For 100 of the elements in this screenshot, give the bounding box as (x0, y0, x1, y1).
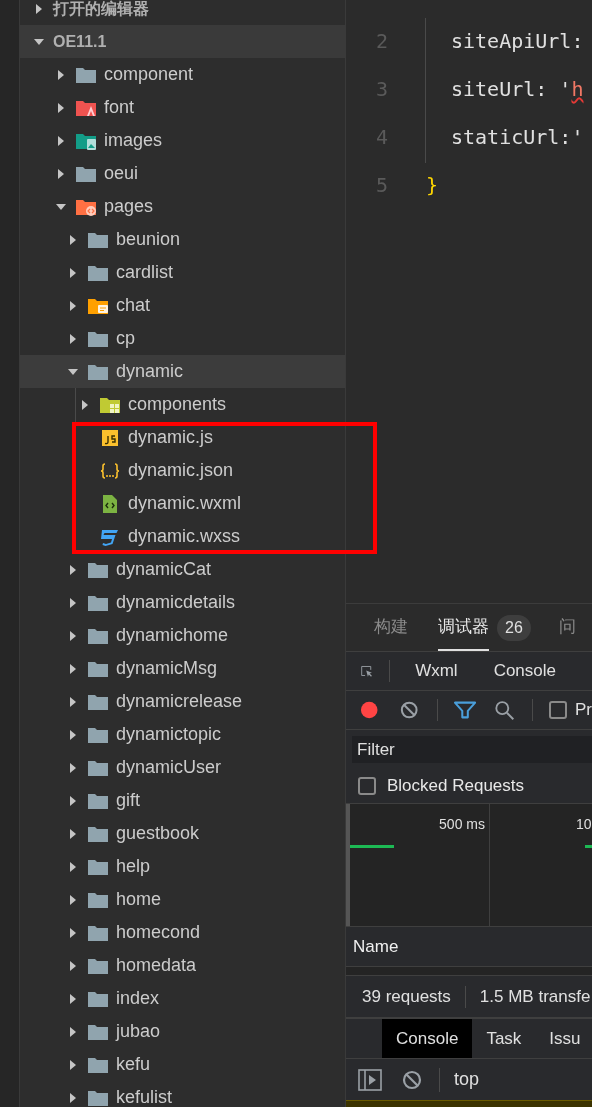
checkbox-label: Blocked Requests (387, 775, 525, 798)
item-label: dynamic.js (128, 426, 214, 449)
item-label: cp (116, 327, 135, 350)
tree-item[interactable]: dynamic.js (20, 421, 345, 454)
tree-item[interactable]: dynamicrelease (20, 685, 345, 718)
tree-item[interactable]: index (20, 982, 345, 1015)
tree-item[interactable]: kefu (20, 1048, 345, 1081)
panel-link[interactable]: Console (493, 658, 556, 684)
time-tick: 500 ms (439, 815, 485, 834)
item-label: dynamicCat (116, 558, 212, 581)
item-label: kefulist (116, 1086, 173, 1107)
tree-item[interactable]: beunion (20, 223, 345, 256)
tree-item[interactable]: cp (20, 322, 345, 355)
item-label: chat (116, 294, 151, 317)
context-selector[interactable]: top (454, 1066, 480, 1093)
checkbox[interactable] (549, 701, 567, 719)
tree-item[interactable]: dynamichome (20, 619, 345, 652)
item-label: gift (116, 789, 140, 812)
drawer-tab[interactable]: Task (472, 1019, 536, 1058)
time-tick: 10 (576, 815, 592, 834)
section-title: 打开的编辑器 (53, 0, 149, 19)
item-label: dynamic.wxml (128, 492, 242, 515)
filter-field[interactable]: Filter (352, 736, 592, 763)
tree-item[interactable]: images (20, 124, 345, 157)
item-label: guestbook (116, 822, 200, 845)
item-label: dynamic.json (128, 459, 234, 482)
tree-item[interactable]: dynamic.json (20, 454, 345, 487)
code-line: siteApiUrl: (451, 28, 584, 55)
sidebar-toggle-icon (358, 1068, 382, 1091)
tree-item[interactable]: home (20, 883, 345, 916)
item-label: kefu (116, 1053, 151, 1076)
tree-item[interactable]: homedata (20, 949, 345, 982)
drawer-tab[interactable]: Console (382, 1019, 473, 1058)
code-line: siteUrl: 'h (451, 76, 584, 103)
panel-link[interactable]: Wxml (415, 658, 458, 684)
tree-item[interactable]: dynamicMsg (20, 652, 345, 685)
item-label: components (128, 393, 227, 416)
item-label: index (116, 987, 160, 1010)
braces-icon (99, 460, 121, 481)
item-label: dynamic.wxss (128, 525, 241, 548)
item-label: cardlist (116, 261, 173, 284)
tree-item[interactable]: cardlist (20, 256, 345, 289)
filter-icon (453, 700, 476, 720)
section-title: OE11.1 (53, 31, 107, 52)
js-file-icon (99, 427, 121, 448)
item-label: dynamic (116, 360, 184, 383)
tree-item[interactable]: dynamicUser (20, 751, 345, 784)
tree-item[interactable]: dynamicCat (20, 553, 345, 586)
item-label: dynamicUser (116, 756, 222, 779)
tree-item[interactable]: component (20, 58, 345, 91)
tree-item[interactable]: oeui (20, 157, 345, 190)
item-label: homedata (116, 954, 197, 977)
clear-icon (400, 700, 419, 720)
tree-item[interactable]: dynamicdetails (20, 586, 345, 619)
item-label: help (116, 855, 151, 878)
summary-text: 39 requests (362, 985, 451, 1008)
code-line: staticUrl:' (451, 124, 584, 151)
item-label: oeui (104, 162, 139, 185)
item-label: dynamictopic (116, 723, 222, 746)
section-header[interactable]: OE11.1 (20, 25, 345, 58)
panel-tab[interactable]: 构建 (374, 604, 408, 651)
tree-item[interactable]: homecond (20, 916, 345, 949)
record-button[interactable] (360, 700, 379, 720)
tree-item[interactable]: jubao (20, 1015, 345, 1048)
count-badge: 26 (497, 614, 531, 641)
timeline-bar (585, 845, 592, 848)
drawer-tab[interactable]: Issu (535, 1019, 592, 1058)
column-header[interactable]: Name (353, 933, 399, 960)
item-label: homecond (116, 921, 201, 944)
panel-tab[interactable]: 问 (558, 604, 576, 651)
checkbox[interactable] (358, 777, 376, 795)
clear-icon (402, 1069, 422, 1090)
tree-item[interactable]: kefulist (20, 1081, 345, 1107)
code-line: } (426, 172, 439, 199)
tree-item[interactable]: dynamic.wxml (20, 487, 345, 520)
tree-item[interactable]: guestbook (20, 817, 345, 850)
item-label: home (116, 888, 162, 911)
item-label: component (104, 63, 194, 86)
item-label: dynamicMsg (116, 657, 218, 680)
timeline-bar (350, 845, 394, 848)
tree-item[interactable]: dynamic (20, 355, 345, 388)
item-label: font (104, 96, 135, 119)
item-label: beunion (116, 228, 181, 251)
tree-item[interactable]: gift (20, 784, 345, 817)
tree-item[interactable]: dynamic.wxss (20, 520, 345, 553)
summary-text: 1.5 MB transfe (479, 985, 591, 1008)
tree-item[interactable]: help (20, 850, 345, 883)
item-label: dynamicdetails (116, 591, 236, 614)
item-label: dynamichome (116, 624, 229, 647)
tree-item[interactable]: font (20, 91, 345, 124)
item-label: pages (104, 195, 154, 218)
item-label: images (104, 129, 163, 152)
item-label: jubao (116, 1020, 161, 1043)
item-label: dynamicrelease (116, 690, 243, 713)
checkbox-label: Pr (575, 699, 592, 722)
tree-item[interactable]: chat (20, 289, 345, 322)
search-icon (493, 699, 515, 721)
tree-item[interactable]: components (20, 388, 345, 421)
tree-item[interactable]: dynamictopic (20, 718, 345, 751)
tree-item[interactable]: pages (20, 190, 345, 223)
